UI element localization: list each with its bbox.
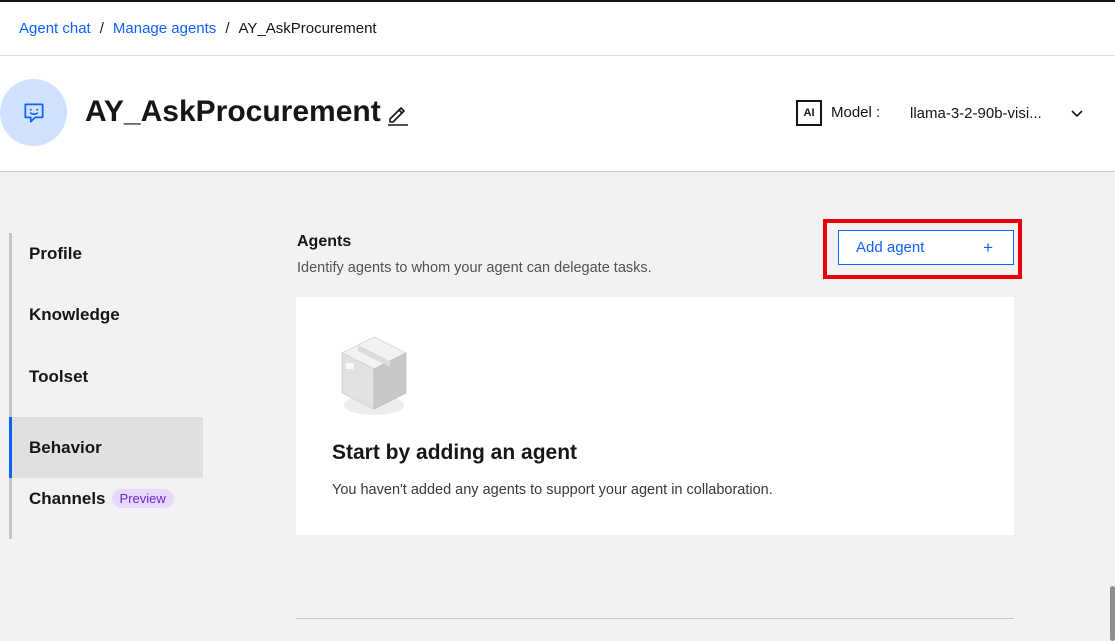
chevron-down-icon — [1071, 110, 1083, 118]
breadcrumb-current: AY_AskProcurement — [238, 20, 377, 37]
edit-icon[interactable] — [385, 101, 411, 127]
preview-badge: Preview — [111, 489, 174, 508]
sidebar-item-label: Channels — [29, 488, 106, 508]
divider — [296, 618, 1014, 619]
model-dropdown[interactable]: llama-3-2-90b-visi... — [910, 96, 1090, 130]
empty-state-description: You haven't added any agents to support … — [332, 482, 773, 498]
sidebar-item-toolset[interactable]: Toolset — [9, 346, 203, 407]
page-title: AY_AskProcurement — [85, 95, 381, 128]
avatar — [0, 79, 67, 146]
sidebar-item-label: Toolset — [29, 366, 89, 386]
section-title: Agents — [297, 233, 352, 250]
breadcrumb-manage-agents[interactable]: Manage agents — [113, 20, 216, 37]
side-nav: Profile Knowledge Toolset Behavior Chann… — [9, 233, 203, 539]
empty-state-card: Start by adding an agent You haven't add… — [296, 297, 1014, 535]
sidebar-item-label: Behavior — [29, 437, 102, 457]
add-agent-label: Add agent — [856, 239, 925, 256]
chat-bot-icon — [23, 102, 44, 123]
plus-icon: + — [983, 238, 993, 257]
box-icon — [341, 336, 407, 415]
breadcrumb-separator: / — [99, 20, 104, 37]
breadcrumb-agent-chat[interactable]: Agent chat — [19, 20, 91, 37]
scrollbar[interactable] — [1110, 586, 1115, 641]
sidebar-item-profile[interactable]: Profile — [9, 223, 203, 284]
agent-header: AY_AskProcurement AI Model : llama-3-2-9… — [0, 56, 1115, 172]
empty-state-title: Start by adding an agent — [332, 441, 578, 464]
sidebar-item-label: Profile — [29, 243, 82, 263]
sidebar-item-knowledge[interactable]: Knowledge — [9, 284, 203, 345]
breadcrumb: Agent chat / Manage agents / AY_AskProcu… — [0, 2, 1115, 56]
breadcrumb-separator: / — [225, 20, 230, 37]
add-agent-button[interactable]: Add agent + — [838, 230, 1014, 265]
sidebar-item-channels[interactable]: Channels Preview — [9, 468, 203, 529]
section-subtitle: Identify agents to whom your agent can d… — [297, 260, 652, 276]
model-label: Model : — [831, 104, 881, 121]
model-value: llama-3-2-90b-visi... — [910, 104, 1042, 122]
ai-icon: AI — [796, 100, 822, 126]
sidebar-item-label: Knowledge — [29, 304, 120, 324]
